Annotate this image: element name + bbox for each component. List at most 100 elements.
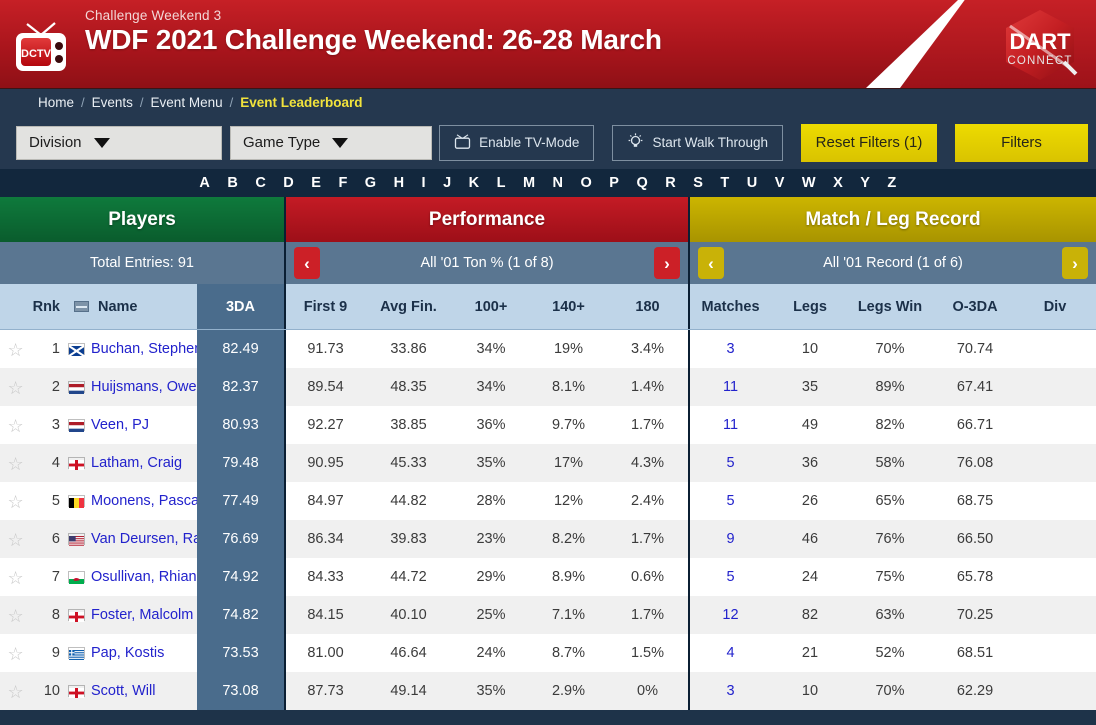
- star-icon[interactable]: ☆: [8, 645, 25, 663]
- alpha-l[interactable]: L: [488, 175, 514, 191]
- favorite-star-cell[interactable]: ☆: [0, 406, 32, 444]
- alpha-n[interactable]: N: [544, 175, 572, 191]
- table-row[interactable]: ☆ 4 Latham, Craig 79.48 90.95 45.33 35% 17% 4.3%…: [0, 444, 1096, 482]
- favorite-star-cell[interactable]: ☆: [0, 596, 32, 634]
- favorite-star-cell[interactable]: ☆: [0, 558, 32, 596]
- player-name-label[interactable]: Latham, Craig: [91, 455, 182, 471]
- star-icon[interactable]: ☆: [8, 607, 25, 625]
- matches-cell[interactable]: 4: [690, 634, 771, 672]
- alpha-y[interactable]: Y: [852, 175, 879, 191]
- player-name-label[interactable]: Veen, PJ: [91, 417, 149, 433]
- game-type-select[interactable]: Game Type: [230, 125, 432, 160]
- player-name-cell[interactable]: Van Deursen, Ra…: [60, 520, 216, 558]
- alpha-b[interactable]: B: [219, 175, 247, 191]
- breadcrumb-item-event-leaderboard[interactable]: Event Leaderboard: [240, 95, 362, 110]
- matches-cell[interactable]: 3: [690, 330, 771, 368]
- alpha-p[interactable]: P: [601, 175, 628, 191]
- star-icon[interactable]: ☆: [8, 379, 25, 397]
- division-select[interactable]: Division: [16, 125, 222, 160]
- star-icon[interactable]: ☆: [8, 417, 25, 435]
- star-icon[interactable]: ☆: [8, 683, 25, 701]
- player-name-label[interactable]: Moonens, Pascal: [91, 493, 202, 509]
- player-name-label[interactable]: Pap, Kostis: [91, 645, 164, 661]
- alpha-r[interactable]: R: [657, 175, 685, 191]
- start-walk-through-button[interactable]: Start Walk Through: [612, 124, 783, 161]
- performance-prev-button[interactable]: ‹: [294, 247, 320, 279]
- star-icon[interactable]: ☆: [8, 531, 25, 549]
- player-name-label[interactable]: Osullivan, Rhian: [91, 569, 197, 585]
- matches-cell[interactable]: 5: [690, 558, 771, 596]
- table-row[interactable]: ☆ 9 Pap, Kostis 73.53 81.00 46.64 24% 8.7% 1.5% 4…: [0, 634, 1096, 672]
- alpha-h[interactable]: H: [385, 175, 413, 191]
- star-icon[interactable]: ☆: [8, 493, 25, 511]
- player-name-cell[interactable]: Osullivan, Rhian: [60, 558, 197, 596]
- favorite-star-cell[interactable]: ☆: [0, 330, 32, 368]
- favorite-star-cell[interactable]: ☆: [0, 444, 32, 482]
- column-header-3da[interactable]: 3DA: [197, 284, 284, 329]
- favorite-star-cell[interactable]: ☆: [0, 672, 32, 710]
- column-header-180[interactable]: 180: [607, 284, 690, 329]
- star-icon[interactable]: ☆: [8, 569, 25, 587]
- player-name-cell[interactable]: Latham, Craig: [60, 444, 197, 482]
- table-row[interactable]: ☆ 8 Foster, Malcolm 74.82 84.15 40.10 25% 7.1% 1…: [0, 596, 1096, 634]
- breadcrumb-item-home[interactable]: Home: [38, 95, 74, 110]
- table-row[interactable]: ☆ 2 Huijsmans, Owen 82.37 89.54 48.35 34% 8.1% 1…: [0, 368, 1096, 406]
- column-header-matches[interactable]: Matches: [690, 284, 771, 329]
- alpha-a[interactable]: A: [191, 175, 219, 191]
- enable-tv-mode-button[interactable]: Enable TV-Mode: [439, 124, 595, 161]
- filters-button[interactable]: Filters: [955, 123, 1088, 162]
- alpha-k[interactable]: K: [460, 175, 488, 191]
- breadcrumb-item-event-menu[interactable]: Event Menu: [151, 95, 223, 110]
- alpha-o[interactable]: O: [572, 175, 601, 191]
- alpha-z[interactable]: Z: [879, 175, 905, 191]
- alpha-e[interactable]: E: [303, 175, 330, 191]
- table-row[interactable]: ☆ 6 Van Deursen, Ra… 76.69 86.34 39.83 23% 8.2%…: [0, 520, 1096, 558]
- favorite-star-cell[interactable]: ☆: [0, 368, 32, 406]
- dctv-logo[interactable]: DCTV: [13, 21, 69, 73]
- match-prev-button[interactable]: ‹: [698, 247, 724, 279]
- column-header-100plus[interactable]: 100+: [452, 284, 530, 329]
- alpha-g[interactable]: G: [356, 175, 385, 191]
- star-icon[interactable]: ☆: [8, 341, 25, 359]
- player-name-cell[interactable]: Buchan, Stephen: [60, 330, 202, 368]
- alpha-q[interactable]: Q: [628, 175, 657, 191]
- alpha-x[interactable]: X: [824, 175, 851, 191]
- favorite-star-cell[interactable]: ☆: [0, 520, 32, 558]
- player-name-cell[interactable]: Huijsmans, Owen: [60, 368, 205, 406]
- column-header-avg-fin[interactable]: Avg Fin.: [365, 284, 452, 329]
- table-row[interactable]: ☆ 3 Veen, PJ 80.93 92.27 38.85 36% 9.7% 1.7% 11 49…: [0, 406, 1096, 444]
- alpha-m[interactable]: M: [514, 175, 544, 191]
- column-header-legs-win[interactable]: Legs Win: [849, 284, 931, 329]
- alpha-t[interactable]: T: [712, 175, 738, 191]
- favorite-star-cell[interactable]: ☆: [0, 482, 32, 520]
- table-row[interactable]: ☆ 7 Osullivan, Rhian 74.92 84.33 44.72 29% 8.9%…: [0, 558, 1096, 596]
- column-header-o3da[interactable]: O-3DA: [931, 284, 1019, 329]
- matches-cell[interactable]: 11: [690, 406, 771, 444]
- alpha-c[interactable]: C: [247, 175, 275, 191]
- player-name-cell[interactable]: Foster, Malcolm: [60, 596, 197, 634]
- player-name-cell[interactable]: Scott, Will: [60, 672, 197, 710]
- matches-cell[interactable]: 5: [690, 482, 771, 520]
- column-header-div[interactable]: Div: [1019, 284, 1091, 329]
- table-row[interactable]: ☆ 10 Scott, Will 73.08 87.73 49.14 35% 2.9% 0% 3 1…: [0, 672, 1096, 710]
- column-header-name[interactable]: Name: [60, 284, 197, 329]
- matches-cell[interactable]: 3: [690, 672, 771, 710]
- column-header-140plus[interactable]: 140+: [530, 284, 607, 329]
- matches-cell[interactable]: 12: [690, 596, 771, 634]
- column-header-rank[interactable]: Rnk: [32, 284, 60, 329]
- alpha-d[interactable]: D: [275, 175, 303, 191]
- matches-cell[interactable]: 5: [690, 444, 771, 482]
- matches-cell[interactable]: 11: [690, 368, 771, 406]
- match-next-button[interactable]: ›: [1062, 247, 1088, 279]
- table-row[interactable]: ☆ 5 Moonens, Pascal 77.49 84.97 44.82 28% 12% 2.…: [0, 482, 1096, 520]
- dartconnect-logo[interactable]: DART CONNECT: [992, 2, 1088, 88]
- reset-filters-button[interactable]: Reset Filters (1): [801, 123, 937, 162]
- player-name-label[interactable]: Scott, Will: [91, 683, 155, 699]
- table-row[interactable]: ☆ 1 Buchan, Stephen 82.49 91.73 33.86 34% 19% 3.…: [0, 330, 1096, 368]
- alpha-i[interactable]: I: [413, 175, 435, 191]
- player-name-label[interactable]: Foster, Malcolm: [91, 607, 193, 623]
- player-name-cell[interactable]: Pap, Kostis: [60, 634, 197, 672]
- column-header-first9[interactable]: First 9: [284, 284, 365, 329]
- player-name-cell[interactable]: Veen, PJ: [60, 406, 197, 444]
- performance-next-button[interactable]: ›: [654, 247, 680, 279]
